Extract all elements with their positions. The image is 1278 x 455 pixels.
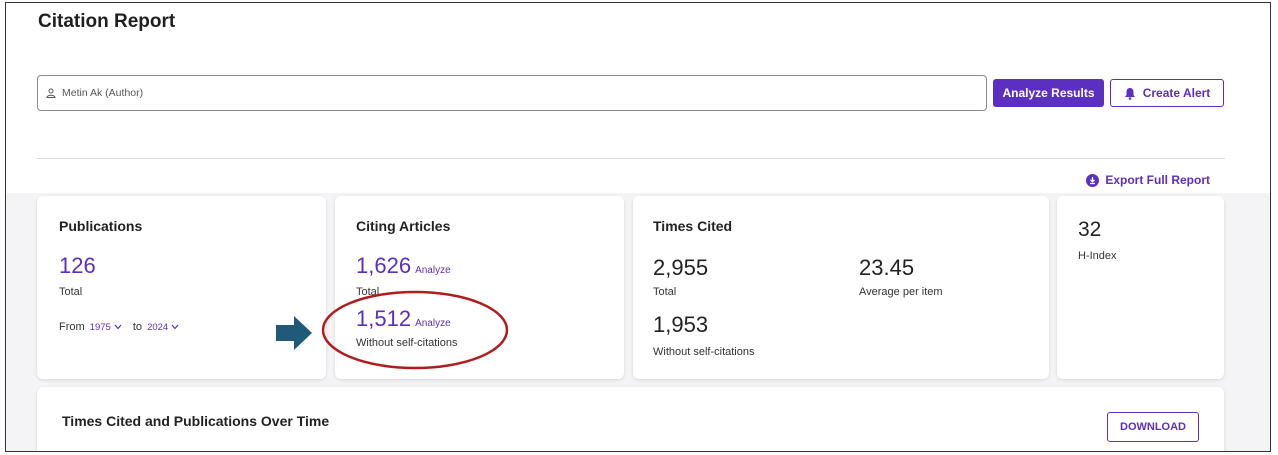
year-range: From 1975 to 2024	[59, 321, 179, 333]
to-year-select[interactable]: 2024	[147, 321, 179, 333]
times-cited-total: 2,955	[653, 255, 709, 280]
h-index-value: 32	[1078, 218, 1102, 241]
annotation-circle	[321, 290, 509, 370]
publications-total-label: Total	[59, 286, 83, 298]
chevron-down-icon	[171, 324, 179, 330]
download-button[interactable]: DOWNLOAD	[1107, 412, 1199, 442]
create-alert-button[interactable]: Create Alert	[1110, 79, 1224, 107]
times-cited-without: 1,953	[653, 312, 709, 337]
times-cited-card: Times Cited 2,955 Total 23.45 Average pe…	[633, 196, 1049, 379]
bell-icon	[1124, 87, 1135, 100]
times-cited-average-label: Average per item	[859, 286, 943, 298]
citing-total-row: 1,626 Analyze	[356, 253, 451, 279]
h-index-label: H-Index	[1078, 250, 1117, 262]
annotation-arrow	[276, 316, 312, 350]
times-cited-heading: Times Cited	[653, 218, 733, 234]
publications-total: 126	[59, 253, 96, 278]
divider	[37, 158, 1225, 159]
h-index-card: 32 H-Index	[1057, 196, 1224, 379]
citation-report-page: Citation Report Metin Ak (Author) Analyz…	[5, 2, 1271, 452]
export-label: Export Full Report	[1105, 173, 1210, 187]
times-cited-over-time-section: Times Cited and Publications Over Time D…	[37, 387, 1224, 451]
chevron-down-icon	[114, 324, 122, 330]
search-field[interactable]: Metin Ak (Author)	[37, 75, 987, 111]
header-area: Citation Report Metin Ak (Author) Analyz…	[6, 3, 1270, 193]
search-value: Metin Ak (Author)	[62, 87, 144, 99]
export-full-report-link[interactable]: Export Full Report	[1086, 173, 1210, 187]
publications-heading: Publications	[59, 218, 143, 234]
analyze-citing-total-link[interactable]: Analyze	[415, 265, 451, 276]
page-title: Citation Report	[38, 11, 176, 32]
from-year-select[interactable]: 1975	[90, 321, 122, 333]
person-icon	[46, 88, 56, 98]
to-label: to	[132, 321, 143, 333]
analyze-results-button[interactable]: Analyze Results	[993, 79, 1104, 107]
times-cited-without-label: Without self-citations	[653, 346, 755, 358]
create-alert-label: Create Alert	[1142, 86, 1211, 100]
section-title: Times Cited and Publications Over Time	[62, 413, 330, 429]
from-year-value: 1975	[89, 322, 111, 333]
to-year-value: 2024	[147, 322, 169, 333]
times-cited-average: 23.45	[859, 255, 915, 280]
times-cited-total-label: Total	[653, 286, 677, 298]
download-circle-icon	[1086, 173, 1100, 187]
citing-total: 1,626	[356, 253, 412, 278]
citing-heading: Citing Articles	[356, 218, 451, 234]
from-label: From	[59, 321, 85, 333]
